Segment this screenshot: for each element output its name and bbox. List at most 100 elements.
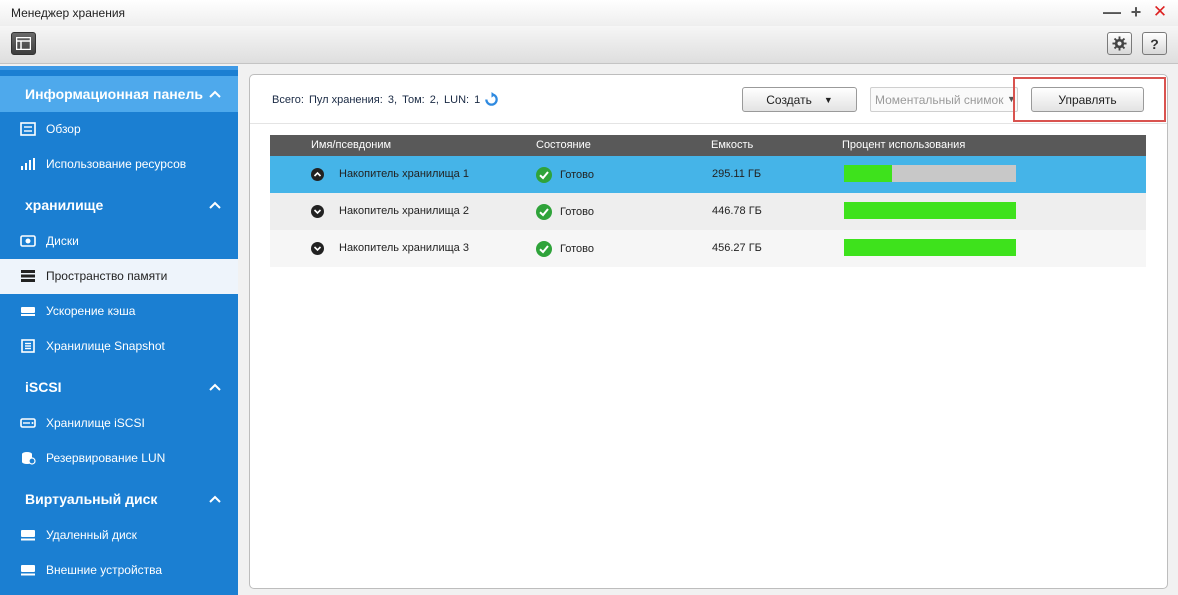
summary-lun-label: LUN: <box>444 94 470 106</box>
remote-disk-icon <box>21 530 35 541</box>
summary-volume-count: 2, <box>429 94 439 106</box>
disk-icon <box>20 235 36 247</box>
main-panel: Всего: Пул хранения: 3, Том: 2, LUN: 1 С… <box>249 74 1168 589</box>
sidebar-section-dashboard[interactable]: Информационная панель <box>0 76 238 112</box>
row-name: Накопитель хранилища 3 <box>339 242 469 254</box>
layout-toggle-button[interactable] <box>11 32 36 55</box>
row-status: Готово <box>560 243 594 255</box>
close-button[interactable]: ✕ <box>1151 3 1169 21</box>
row-name: Накопитель хранилища 2 <box>339 205 469 217</box>
sidebar-item-label: Хранилище Snapshot <box>46 339 165 353</box>
manage-button-label: Управлять <box>1058 92 1117 107</box>
usage-bar-fill <box>844 239 1016 256</box>
sidebar-item-iscsi-storage[interactable]: Хранилище iSCSI <box>0 406 238 441</box>
sidebar-item-storage-space[interactable]: Пространство памяти <box>0 259 238 294</box>
chevron-up-icon <box>209 495 221 503</box>
gear-icon <box>1112 36 1127 51</box>
expand-icon[interactable] <box>311 242 324 255</box>
sidebar-item-label: Ускорение кэша <box>46 304 136 318</box>
storage-table: Имя/псевдоним Состояние Емкость Процент … <box>270 135 1146 267</box>
external-device-icon <box>21 565 35 576</box>
snapshot-dropdown[interactable]: Моментальный снимок ▼ <box>870 87 1018 112</box>
row-name: Накопитель хранилища 1 <box>339 168 469 180</box>
column-header-capacity[interactable]: Емкость <box>711 139 753 151</box>
usage-bar-fill <box>844 202 1016 219</box>
resource-usage-icon <box>21 158 35 170</box>
sidebar-section-label: iSCSI <box>25 379 62 395</box>
sidebar-item-label: Удаленный диск <box>46 528 137 542</box>
chevron-up-icon <box>209 90 221 98</box>
row-status: Готово <box>560 206 594 218</box>
column-header-name[interactable]: Имя/псевдоним <box>311 139 391 151</box>
usage-bar <box>844 165 1016 182</box>
snapshot-icon <box>21 339 35 353</box>
sidebar-item-overview[interactable]: Обзор <box>0 112 238 147</box>
create-button[interactable]: Создать ▼ <box>742 87 857 112</box>
sidebar-section-virtual-disk[interactable]: Виртуальный диск <box>0 481 238 517</box>
snapshot-dropdown-label: Моментальный снимок <box>875 93 1004 107</box>
row-capacity: 446.78 ГБ <box>712 205 762 217</box>
row-capacity: 295.11 ГБ <box>712 168 762 180</box>
sidebar-section-iscsi[interactable]: iSCSI <box>0 369 238 405</box>
lun-backup-icon <box>22 452 36 465</box>
summary-volume-label: Том: <box>402 94 425 106</box>
table-row[interactable]: Накопитель хранилища 3 Готово 456.27 ГБ <box>270 230 1146 267</box>
row-status: Готово <box>560 169 594 181</box>
sidebar-section-storage[interactable]: хранилище <box>0 187 238 223</box>
summary-pool-count: 3, <box>387 94 398 106</box>
sidebar-item-external-devices[interactable]: Внешние устройства <box>0 553 238 588</box>
chevron-up-icon <box>209 383 221 391</box>
collapse-icon[interactable] <box>311 168 324 181</box>
sidebar: Информационная панель Обзор Использовани… <box>0 66 238 595</box>
sidebar-item-resource-usage[interactable]: Использование ресурсов <box>0 147 238 182</box>
table-row[interactable]: Накопитель хранилища 2 Готово 446.78 ГБ <box>270 193 1146 230</box>
caret-down-icon: ▼ <box>823 94 833 105</box>
divider <box>250 123 1167 124</box>
refresh-icon[interactable] <box>484 92 499 107</box>
check-circle-icon <box>536 241 552 257</box>
summary-total-label: Всего: <box>272 94 304 106</box>
expand-icon[interactable] <box>311 205 324 218</box>
table-row[interactable]: Накопитель хранилища 1 Готово 295.11 ГБ <box>270 156 1146 193</box>
toolbar: ? <box>0 26 1178 64</box>
help-button[interactable]: ? <box>1142 32 1167 55</box>
maximize-button[interactable]: + <box>1127 3 1145 21</box>
sidebar-section-label: Виртуальный диск <box>25 491 158 507</box>
minimize-button[interactable]: — <box>1103 3 1121 21</box>
check-circle-icon <box>536 204 552 220</box>
title-bar: Менеджер хранения — + ✕ <box>0 0 1178 26</box>
usage-bar <box>844 239 1016 256</box>
iscsi-icon <box>20 418 36 428</box>
sidebar-item-remote-disk[interactable]: Удаленный диск <box>0 518 238 553</box>
layout-icon <box>16 37 31 50</box>
storage-space-icon <box>21 270 35 282</box>
sidebar-item-disks[interactable]: Диски <box>0 224 238 259</box>
check-circle-icon <box>536 167 552 183</box>
create-button-label: Создать <box>766 92 812 107</box>
column-header-status[interactable]: Состояние <box>536 139 591 151</box>
row-capacity: 456.27 ГБ <box>712 242 762 254</box>
sidebar-item-label: Пространство памяти <box>46 269 168 283</box>
storage-summary: Всего: Пул хранения: 3, Том: 2, LUN: 1 <box>272 94 482 106</box>
sidebar-item-cache-acceleration[interactable]: Ускорение кэша <box>0 294 238 329</box>
sidebar-item-label: Внешние устройства <box>46 563 163 577</box>
caret-down-icon: ▼ <box>1007 94 1016 104</box>
settings-button[interactable] <box>1107 32 1132 55</box>
sidebar-item-label: Обзор <box>46 122 81 136</box>
sidebar-item-lun-backup[interactable]: Резервирование LUN <box>0 441 238 476</box>
sidebar-item-label: Хранилище iSCSI <box>46 416 145 430</box>
sidebar-item-snapshot-storage[interactable]: Хранилище Snapshot <box>0 329 238 364</box>
sidebar-item-label: Использование ресурсов <box>46 157 187 171</box>
summary-pool-label: Пул хранения: <box>308 94 383 106</box>
cache-icon <box>21 307 35 316</box>
sidebar-section-label: Информационная панель <box>25 86 203 102</box>
sidebar-item-label: Резервирование LUN <box>46 451 166 465</box>
summary-lun-count: 1 <box>474 94 481 106</box>
usage-bar <box>844 202 1016 219</box>
chevron-up-icon <box>209 201 221 209</box>
sidebar-section-label: хранилище <box>25 197 104 213</box>
sidebar-item-label: Диски <box>46 234 79 248</box>
overview-icon <box>20 122 36 136</box>
manage-button[interactable]: Управлять <box>1031 87 1144 112</box>
column-header-usage[interactable]: Процент использования <box>842 139 965 151</box>
